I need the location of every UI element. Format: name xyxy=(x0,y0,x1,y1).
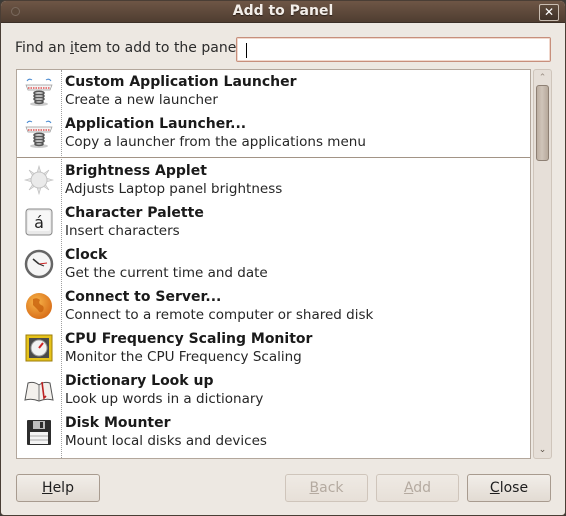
item-description: Adjusts Laptop panel brightness xyxy=(65,181,283,197)
list-item[interactable]: Application Launcher... Copy a launcher … xyxy=(17,112,530,154)
item-name: Dictionary Look up xyxy=(65,373,214,389)
close-label: lose xyxy=(499,480,529,496)
list-separator xyxy=(17,157,530,158)
window-close-button[interactable]: ✕ xyxy=(539,4,559,21)
dictionary-icon xyxy=(24,381,54,402)
add-to-panel-dialog: Add to Panel ✕ Find an item to add to th… xyxy=(0,0,566,516)
scroll-down-arrow-icon[interactable]: ⌄ xyxy=(534,444,551,456)
item-name: D xyxy=(65,457,77,458)
list-item[interactable]: á Character Palette Insert characters xyxy=(17,201,530,243)
item-name: Disk Mounter xyxy=(65,415,171,431)
back-label: ack xyxy=(319,480,344,496)
applet-list[interactable]: Custom Application Launcher Create a new… xyxy=(16,69,531,459)
launcher-icon xyxy=(25,120,53,148)
search-label-post: tem to add to the panel: xyxy=(73,40,245,56)
text-caret xyxy=(246,43,247,58)
item-name: Character Palette xyxy=(65,205,204,221)
item-name: Brightness Applet xyxy=(65,163,207,179)
svg-text:á: á xyxy=(34,213,44,232)
character-palette-icon: á xyxy=(25,208,53,236)
clock-icon xyxy=(24,249,54,279)
add-mnemonic: A xyxy=(403,480,414,496)
window-title: Add to Panel xyxy=(232,3,334,19)
help-button[interactable]: Help xyxy=(16,474,100,502)
list-scrollbar[interactable]: ⌃ ⌄ xyxy=(533,69,552,459)
list-item[interactable]: D xyxy=(17,453,530,458)
title-bar[interactable]: Add to Panel ✕ xyxy=(1,1,565,23)
item-description: Mount local disks and devices xyxy=(65,433,267,449)
search-label: Find an item to add to the panel: xyxy=(15,40,245,56)
launcher-icon xyxy=(25,78,53,106)
item-description: Copy a launcher from the applications me… xyxy=(65,134,366,150)
help-label: elp xyxy=(52,480,74,496)
item-description: Insert characters xyxy=(65,223,180,239)
help-mnemonic: H xyxy=(42,480,53,496)
list-item[interactable]: Connect to Server... Connect to a remote… xyxy=(17,285,530,327)
item-name: Connect to Server... xyxy=(65,289,222,305)
list-item[interactable]: Disk Mounter Mount local disks and devic… xyxy=(17,411,530,453)
search-input[interactable] xyxy=(236,37,551,62)
item-description: Look up words in a dictionary xyxy=(65,391,264,407)
item-description: Create a new launcher xyxy=(65,92,218,108)
back-mnemonic: B xyxy=(309,480,320,496)
item-name: Custom Application Launcher xyxy=(65,74,297,90)
item-name: CPU Frequency Scaling Monitor xyxy=(65,331,313,347)
brightness-icon xyxy=(23,164,55,196)
item-name: Application Launcher... xyxy=(65,116,247,132)
list-item[interactable]: Dictionary Look up Look up words in a di… xyxy=(17,369,530,411)
scroll-thumb[interactable] xyxy=(536,85,549,161)
list-item[interactable]: CPU Frequency Scaling Monitor Monitor th… xyxy=(17,327,530,369)
back-button[interactable]: Back xyxy=(285,474,368,502)
list-item[interactable]: Clock Get the current time and date xyxy=(17,243,530,285)
floppy-disk-icon xyxy=(27,420,51,445)
globe-icon xyxy=(26,293,52,319)
search-label-pre: Find an xyxy=(15,40,71,56)
list-item[interactable]: Custom Application Launcher Create a new… xyxy=(17,70,530,112)
list-item[interactable]: Brightness Applet Adjusts Laptop panel b… xyxy=(17,159,530,201)
item-name: Clock xyxy=(65,247,108,263)
add-label: dd xyxy=(413,480,432,496)
item-description: Get the current time and date xyxy=(65,265,268,281)
scroll-up-arrow-icon[interactable]: ⌃ xyxy=(534,72,551,84)
item-description: Monitor the CPU Frequency Scaling xyxy=(65,349,302,365)
close-mnemonic: C xyxy=(489,480,500,496)
add-button[interactable]: Add xyxy=(376,474,459,502)
close-button[interactable]: Close xyxy=(467,474,551,502)
item-description: Connect to a remote computer or shared d… xyxy=(65,307,374,323)
cpu-monitor-icon xyxy=(25,334,53,362)
